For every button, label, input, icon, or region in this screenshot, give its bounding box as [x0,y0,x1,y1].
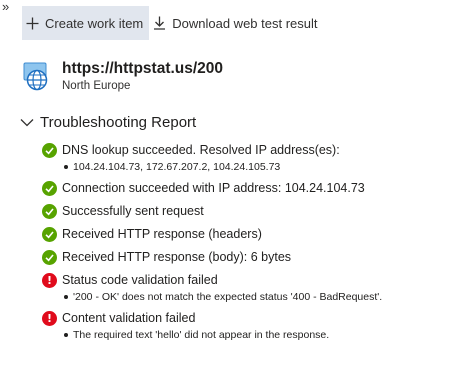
check-item-request: Successfully sent request [42,203,472,219]
success-check-icon [42,203,57,219]
check-detail: The required text 'hello' did not appear… [64,329,472,341]
check-item-headers: Received HTTP response (headers) [42,226,472,242]
check-label: Content validation failed [62,311,196,325]
resource-header: https://httpstat.us/200 North Europe [22,56,223,92]
chevron-down-icon [20,119,34,127]
bullet-icon [64,295,68,299]
download-web-test-result-button[interactable]: Download web test result [149,6,323,40]
resource-url: https://httpstat.us/200 [62,60,224,77]
check-label: Successfully sent request [62,204,204,218]
checks-list: DNS lookup succeeded. Resolved IP addres… [42,142,472,348]
check-label: Received HTTP response (headers) [62,227,262,241]
check-item-dns: DNS lookup succeeded. Resolved IP addres… [42,142,472,173]
check-label: Status code validation failed [62,273,218,287]
plus-icon [26,17,39,29]
toolbar: Create work item Download web test resul… [22,6,324,40]
success-check-icon [42,226,57,242]
bullet-icon [64,165,68,169]
download-icon [154,16,166,30]
success-check-icon [42,249,57,265]
expand-panel-icon[interactable]: » [2,0,9,14]
create-work-item-button[interactable]: Create work item [22,6,150,40]
check-detail-text: '200 - OK' does not match the expected s… [73,291,383,303]
bullet-icon [64,333,68,337]
check-detail-text: The required text 'hello' did not appear… [73,329,330,341]
create-work-item-label: Create work item [45,15,144,31]
troubleshooting-report-toggle[interactable]: Troubleshooting Report [20,114,196,131]
check-item-body: Received HTTP response (body): 6 bytes [42,249,472,265]
globe-icon [23,62,48,91]
check-label: Received HTTP response (body): 6 bytes [62,250,292,264]
check-label: Connection succeeded with IP address: 10… [62,181,365,195]
troubleshooting-report-title: Troubleshooting Report [40,114,197,131]
error-icon: ! [42,310,57,326]
error-icon: ! [42,272,57,288]
check-detail-text: 104.24.104.73, 172.67.207.2, 104.24.105.… [73,161,281,173]
check-item-status-code: ! Status code validation failed '200 - O… [42,272,472,303]
download-web-test-result-label: Download web test result [172,15,318,31]
resource-region: North Europe [62,80,131,92]
success-check-icon [42,180,57,196]
success-check-icon [42,142,57,158]
check-label: DNS lookup succeeded. Resolved IP addres… [62,143,340,157]
check-detail: 104.24.104.73, 172.67.207.2, 104.24.105.… [64,161,472,173]
check-item-connection: Connection succeeded with IP address: 10… [42,180,472,196]
check-detail: '200 - OK' does not match the expected s… [64,291,472,303]
check-item-content: ! Content validation failed The required… [42,310,472,341]
